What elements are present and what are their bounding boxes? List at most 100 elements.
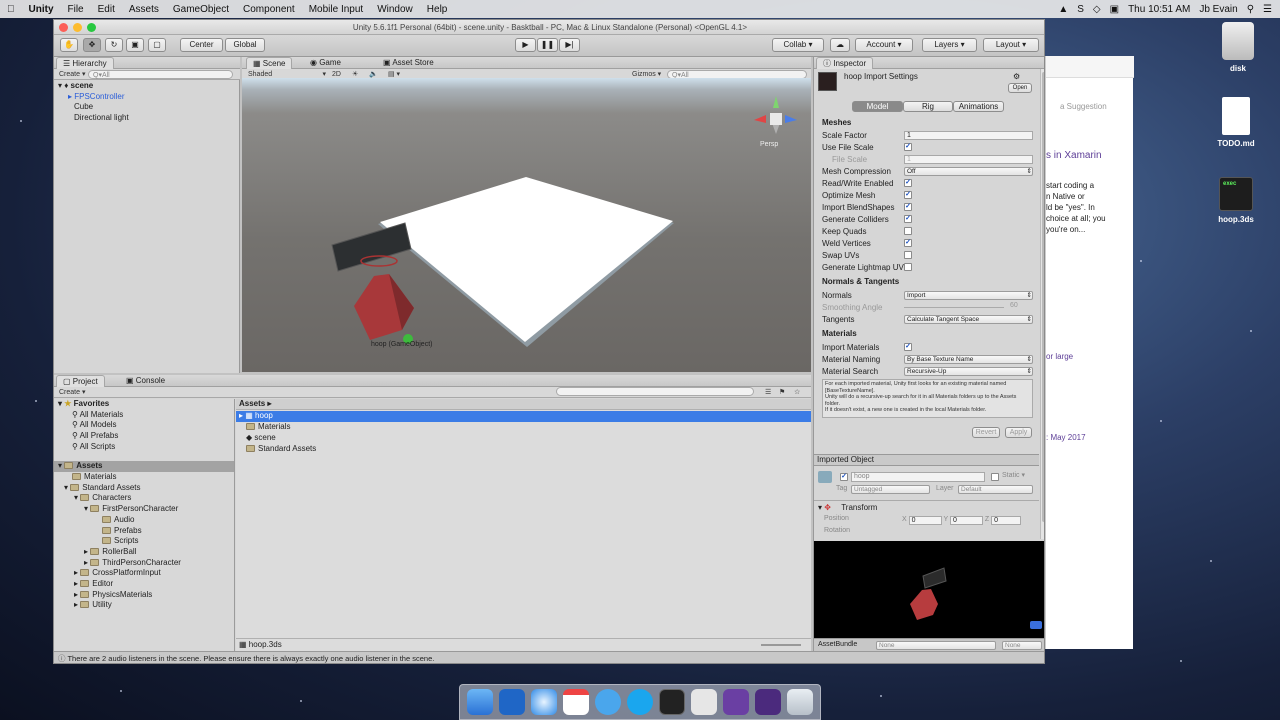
menu-file[interactable]: File xyxy=(61,4,91,15)
project-create-dropdown[interactable]: Create ▾ xyxy=(59,388,85,397)
menu-window[interactable]: Window xyxy=(370,4,420,15)
tab-animations[interactable]: Animations xyxy=(953,101,1004,112)
tree-item-prefabs[interactable]: Prefabs xyxy=(58,526,181,537)
optimize-mesh-checkbox[interactable]: ✓ xyxy=(904,191,912,199)
assets-root[interactable]: ▾ Assets xyxy=(54,461,234,472)
notification-icon[interactable]: ◇ xyxy=(1093,4,1101,15)
article-link[interactable]: : May 2017 xyxy=(1046,433,1086,442)
outlook-icon[interactable] xyxy=(499,689,525,715)
tree-item-scripts[interactable]: Scripts xyxy=(58,536,181,547)
scale-tool-icon[interactable]: ▣ xyxy=(126,38,144,52)
menu-help[interactable]: Help xyxy=(420,4,455,15)
move-tool-icon[interactable]: ✥ xyxy=(83,38,101,52)
apple-icon[interactable]:  xyxy=(0,4,22,15)
calendar-icon[interactable] xyxy=(563,689,589,715)
tree-item-rollerball[interactable]: ▸ RollerBall xyxy=(58,547,181,558)
weld-vertices-checkbox[interactable]: ✓ xyxy=(904,239,912,247)
icon-size-slider[interactable] xyxy=(761,644,801,646)
filter-by-label-icon[interactable]: ⚑ xyxy=(779,388,785,397)
favorites-header[interactable]: ▾ ★ Favorites xyxy=(58,399,123,410)
hierarchy-search-input[interactable]: Q▾All xyxy=(88,70,233,79)
title-bar[interactable]: Unity 5.6.1f1 Personal (64bit) - scene.u… xyxy=(54,20,1044,35)
blendshapes-checkbox[interactable]: ✓ xyxy=(904,203,912,211)
collab-dropdown[interactable]: Collab ▾ xyxy=(772,38,824,52)
layout-dropdown[interactable]: Layout ▾ xyxy=(983,38,1039,52)
favorite-star-icon[interactable]: ☆ xyxy=(794,388,800,397)
cloud-icon[interactable]: ☁ xyxy=(830,38,850,52)
revert-button[interactable]: Revert xyxy=(972,427,1000,438)
filter-by-type-icon[interactable]: ☰ xyxy=(765,388,771,397)
tab-scene[interactable]: ▦ Scene xyxy=(246,57,293,69)
settings-gear-icon[interactable]: ⚙ xyxy=(1013,72,1020,81)
tree-item-crossplatform[interactable]: ▸ CrossPlatformInput xyxy=(58,568,181,579)
step-button[interactable]: ▶| xyxy=(559,38,580,52)
file-item-hoop[interactable]: ▸ ▦ hoop xyxy=(236,411,811,422)
browser-window[interactable]: a Suggestion s in Xamarin start coding a… xyxy=(1045,56,1134,649)
rotate-tool-icon[interactable]: ↻ xyxy=(105,38,123,52)
material-naming-dropdown[interactable]: By Base Texture Name ⇕ xyxy=(904,355,1033,364)
import-materials-checkbox[interactable]: ✓ xyxy=(904,343,912,351)
visual-studio-alt-icon[interactable] xyxy=(755,689,781,715)
file-item-standard-assets[interactable]: Standard Assets xyxy=(246,444,316,455)
favorite-all-models[interactable]: ⚲ All Models xyxy=(58,420,123,431)
list-icon[interactable]: ☰ xyxy=(1263,4,1272,15)
hierarchy-item-fpscontroller[interactable]: ▸ FPSController xyxy=(58,92,129,103)
normals-dropdown[interactable]: Import ⇕ xyxy=(904,291,1033,300)
persp-label[interactable]: Persp xyxy=(760,141,778,148)
hierarchy-item-cube[interactable]: Cube xyxy=(58,102,129,113)
play-button[interactable]: ▶ xyxy=(515,38,536,52)
tree-item-firstperson[interactable]: ▾ FirstPersonCharacter xyxy=(58,504,181,515)
favorite-all-scripts[interactable]: ⚲ All Scripts xyxy=(58,442,123,453)
menu-mobile-input[interactable]: Mobile Input xyxy=(302,4,370,15)
minimize-icon[interactable] xyxy=(73,23,82,32)
menu-app-unity[interactable]: Unity xyxy=(22,4,61,15)
pivot-global-button[interactable]: Global xyxy=(225,38,265,52)
project-search-input[interactable] xyxy=(556,387,754,396)
search-icon[interactable]: ⚲ xyxy=(1247,4,1254,15)
swap-uvs-checkbox[interactable] xyxy=(904,251,912,259)
tree-item-characters[interactable]: ▾ Characters xyxy=(58,493,181,504)
menu-gameobject[interactable]: GameObject xyxy=(166,4,236,15)
use-file-scale-checkbox[interactable]: ✓ xyxy=(904,143,912,151)
input-menu-icon[interactable]: ▣ xyxy=(1110,4,1119,15)
model-preview[interactable] xyxy=(814,541,1044,638)
safari-icon[interactable] xyxy=(531,689,557,715)
tree-item-standard-assets[interactable]: ▾ Standard Assets xyxy=(58,483,181,494)
desktop-todo[interactable]: TODO.md xyxy=(1206,97,1266,148)
apply-button[interactable]: Apply xyxy=(1005,427,1032,438)
file-item-scene[interactable]: ◆ scene xyxy=(246,433,276,444)
suggestion-link[interactable]: a Suggestion xyxy=(1060,102,1107,111)
scene-root[interactable]: ▾ ♦ scene xyxy=(58,81,129,92)
scene-gizmo-icon[interactable] xyxy=(754,96,797,134)
tab-inspector[interactable]: ⓘ Inspector xyxy=(816,57,874,69)
desktop-hoop[interactable]: exec hoop.3ds xyxy=(1206,177,1266,224)
close-icon[interactable] xyxy=(59,23,68,32)
mesh-compression-dropdown[interactable]: Off ⇕ xyxy=(904,167,1033,176)
assetbundle-variant-dropdown[interactable]: None xyxy=(1002,641,1042,650)
rect-tool-icon[interactable]: ▢ xyxy=(148,38,166,52)
breadcrumb[interactable]: Assets ▸ xyxy=(236,399,811,410)
account-dropdown[interactable]: Account ▾ xyxy=(855,38,913,52)
wifi-icon[interactable]: ▲ xyxy=(1058,4,1068,15)
hierarchy-item-light[interactable]: Directional light xyxy=(58,113,129,124)
tab-hierarchy[interactable]: ☰ Hierarchy xyxy=(56,57,114,69)
create-dropdown[interactable]: Create ▾ xyxy=(59,70,85,79)
tab-rig[interactable]: Rig xyxy=(903,101,953,112)
tab-model[interactable]: Model xyxy=(852,101,903,112)
skype-status-icon[interactable]: S xyxy=(1077,4,1084,15)
status-bar[interactable]: ⓘ There are 2 audio listeners in the sce… xyxy=(54,651,1044,663)
tree-item-thirdperson[interactable]: ▸ ThirdPersonCharacter xyxy=(58,558,181,569)
scrollbar-thumb[interactable] xyxy=(1042,72,1044,522)
favorite-all-materials[interactable]: ⚲ All Materials xyxy=(58,410,123,421)
tree-item-materials[interactable]: Materials xyxy=(58,472,181,483)
article-title[interactable]: s in Xamarin xyxy=(1046,150,1102,161)
tree-item-physics[interactable]: ▸ PhysicsMaterials xyxy=(58,590,181,601)
inspector-scrollbar[interactable] xyxy=(1040,69,1044,539)
zoom-icon[interactable] xyxy=(87,23,96,32)
tab-game[interactable]: ◉ Game xyxy=(304,57,347,69)
tangents-dropdown[interactable]: Calculate Tangent Space ⇕ xyxy=(904,315,1033,324)
tab-asset-store[interactable]: ▣ Asset Store xyxy=(377,57,440,69)
user-name[interactable]: Jb Evain xyxy=(1199,4,1237,15)
colliders-checkbox[interactable]: ✓ xyxy=(904,215,912,223)
material-search-dropdown[interactable]: Recursive-Up ⇕ xyxy=(904,367,1033,376)
